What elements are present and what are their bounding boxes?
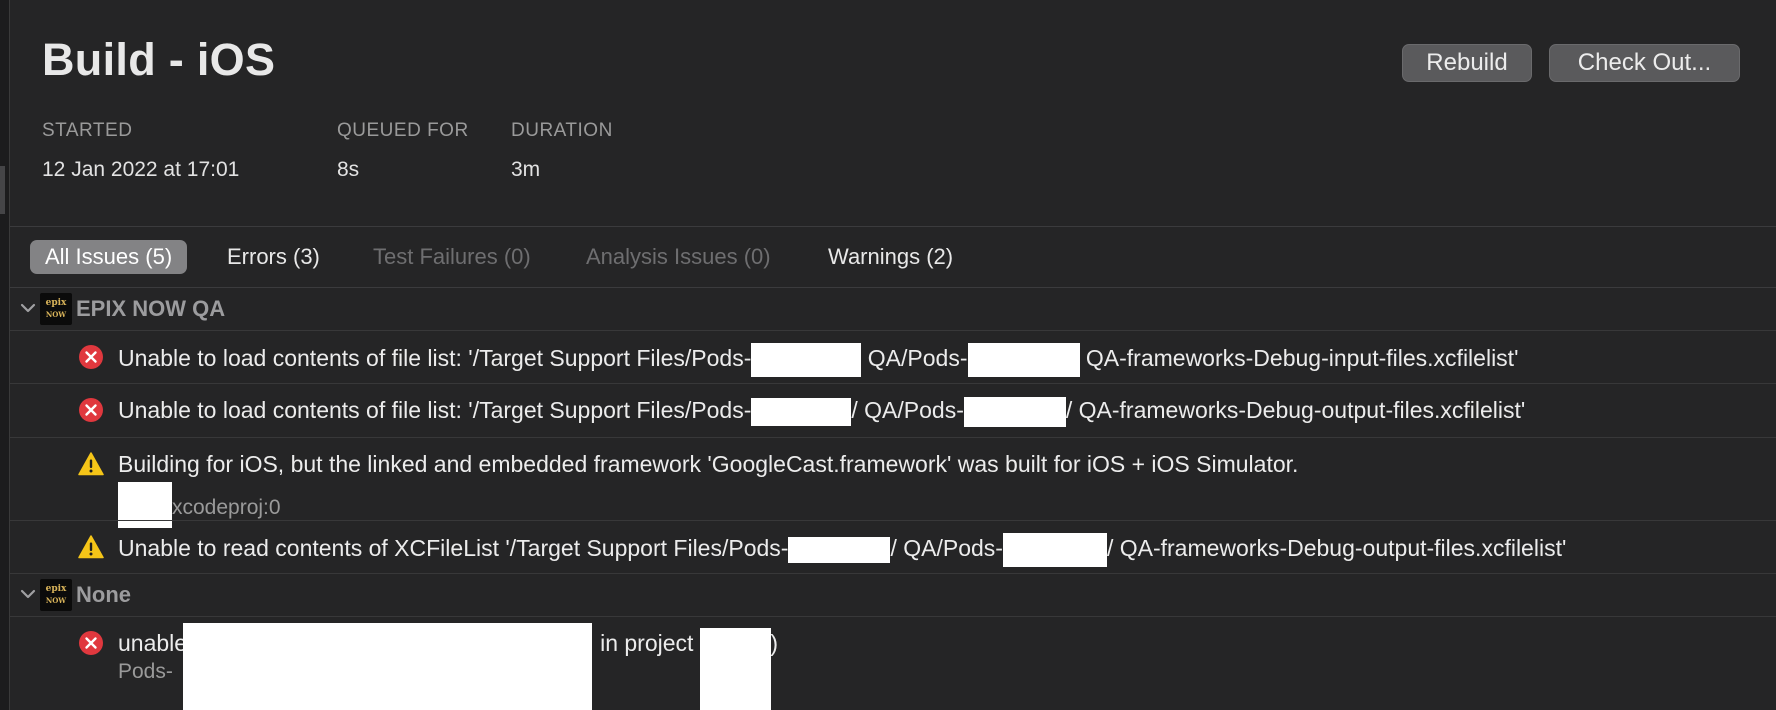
chevron-down-icon[interactable] [18, 298, 38, 318]
issue-row-error[interactable]: Unable to load contents of file list: '/… [10, 331, 1776, 383]
group-label: None [76, 582, 131, 607]
queued-column: QUEUED FOR 8s [337, 120, 469, 182]
duration-column: DURATION 3m [511, 120, 613, 182]
rebuild-button[interactable]: Rebuild [1402, 44, 1532, 82]
resize-grip[interactable] [0, 166, 5, 214]
group-label: EPIX NOW QA [76, 296, 226, 321]
tab-errors[interactable]: Errors (3) [227, 240, 320, 274]
duration-value: 3m [511, 158, 541, 181]
error-icon [79, 398, 103, 422]
error-icon [79, 345, 103, 369]
redacted-block [967, 343, 1080, 377]
issue-group-header[interactable]: epix NOW EPIX NOW QA [10, 288, 1776, 330]
duration-label: DURATION [511, 120, 613, 141]
issue-message: Unable to load contents of file list: '/… [118, 343, 1518, 377]
epix-now-app-icon: epix NOW [40, 293, 72, 325]
redacted-block [700, 628, 771, 710]
started-column: STARTED 12 Jan 2022 at 17:01 [42, 120, 239, 182]
warning-icon [78, 452, 104, 476]
page-title: Build - iOS [42, 34, 276, 85]
issue-group-header[interactable]: epix NOW None [10, 574, 1776, 616]
issue-row-error[interactable]: Unable to load contents of file list: '/… [10, 384, 1776, 437]
issue-row-warning[interactable]: Building for iOS, but the linked and emb… [10, 438, 1776, 528]
chevron-down-icon[interactable] [18, 584, 38, 604]
redacted-block [751, 397, 852, 426]
started-value: 12 Jan 2022 at 17:01 [42, 158, 240, 181]
redacted-block [183, 623, 592, 710]
queued-value: 8s [337, 158, 360, 181]
issue-location: Pods- [118, 660, 173, 683]
issue-row-warning[interactable]: Unable to read contents of XCFileList '/… [10, 521, 1776, 573]
queued-label: QUEUED FOR [337, 120, 469, 141]
redacted-block [963, 396, 1066, 427]
header-divider [10, 226, 1776, 227]
build-header: Build - iOS [42, 34, 275, 86]
tab-warnings[interactable]: Warnings (2) [828, 240, 953, 274]
issue-message: Unable to read contents of XCFileList '/… [118, 533, 1566, 567]
epix-now-app-icon: epix NOW [40, 579, 72, 611]
redacted-block [751, 343, 862, 377]
error-icon [79, 631, 103, 655]
check-out-button[interactable]: Check Out... [1549, 44, 1740, 82]
tab-analysis-issues[interactable]: Analysis Issues (0) [586, 240, 771, 274]
started-label: STARTED [42, 120, 133, 141]
issue-message: Building for iOS, but the linked and emb… [118, 451, 1299, 477]
redacted-block [788, 537, 891, 563]
window-edge [0, 0, 10, 710]
issue-message: Unable to load contents of file list: '/… [118, 396, 1525, 427]
redacted-block [1002, 533, 1107, 567]
tab-all-issues[interactable]: All Issues (5) [30, 240, 188, 274]
tab-test-failures[interactable]: Test Failures (0) [373, 240, 531, 274]
warning-icon [78, 535, 104, 559]
